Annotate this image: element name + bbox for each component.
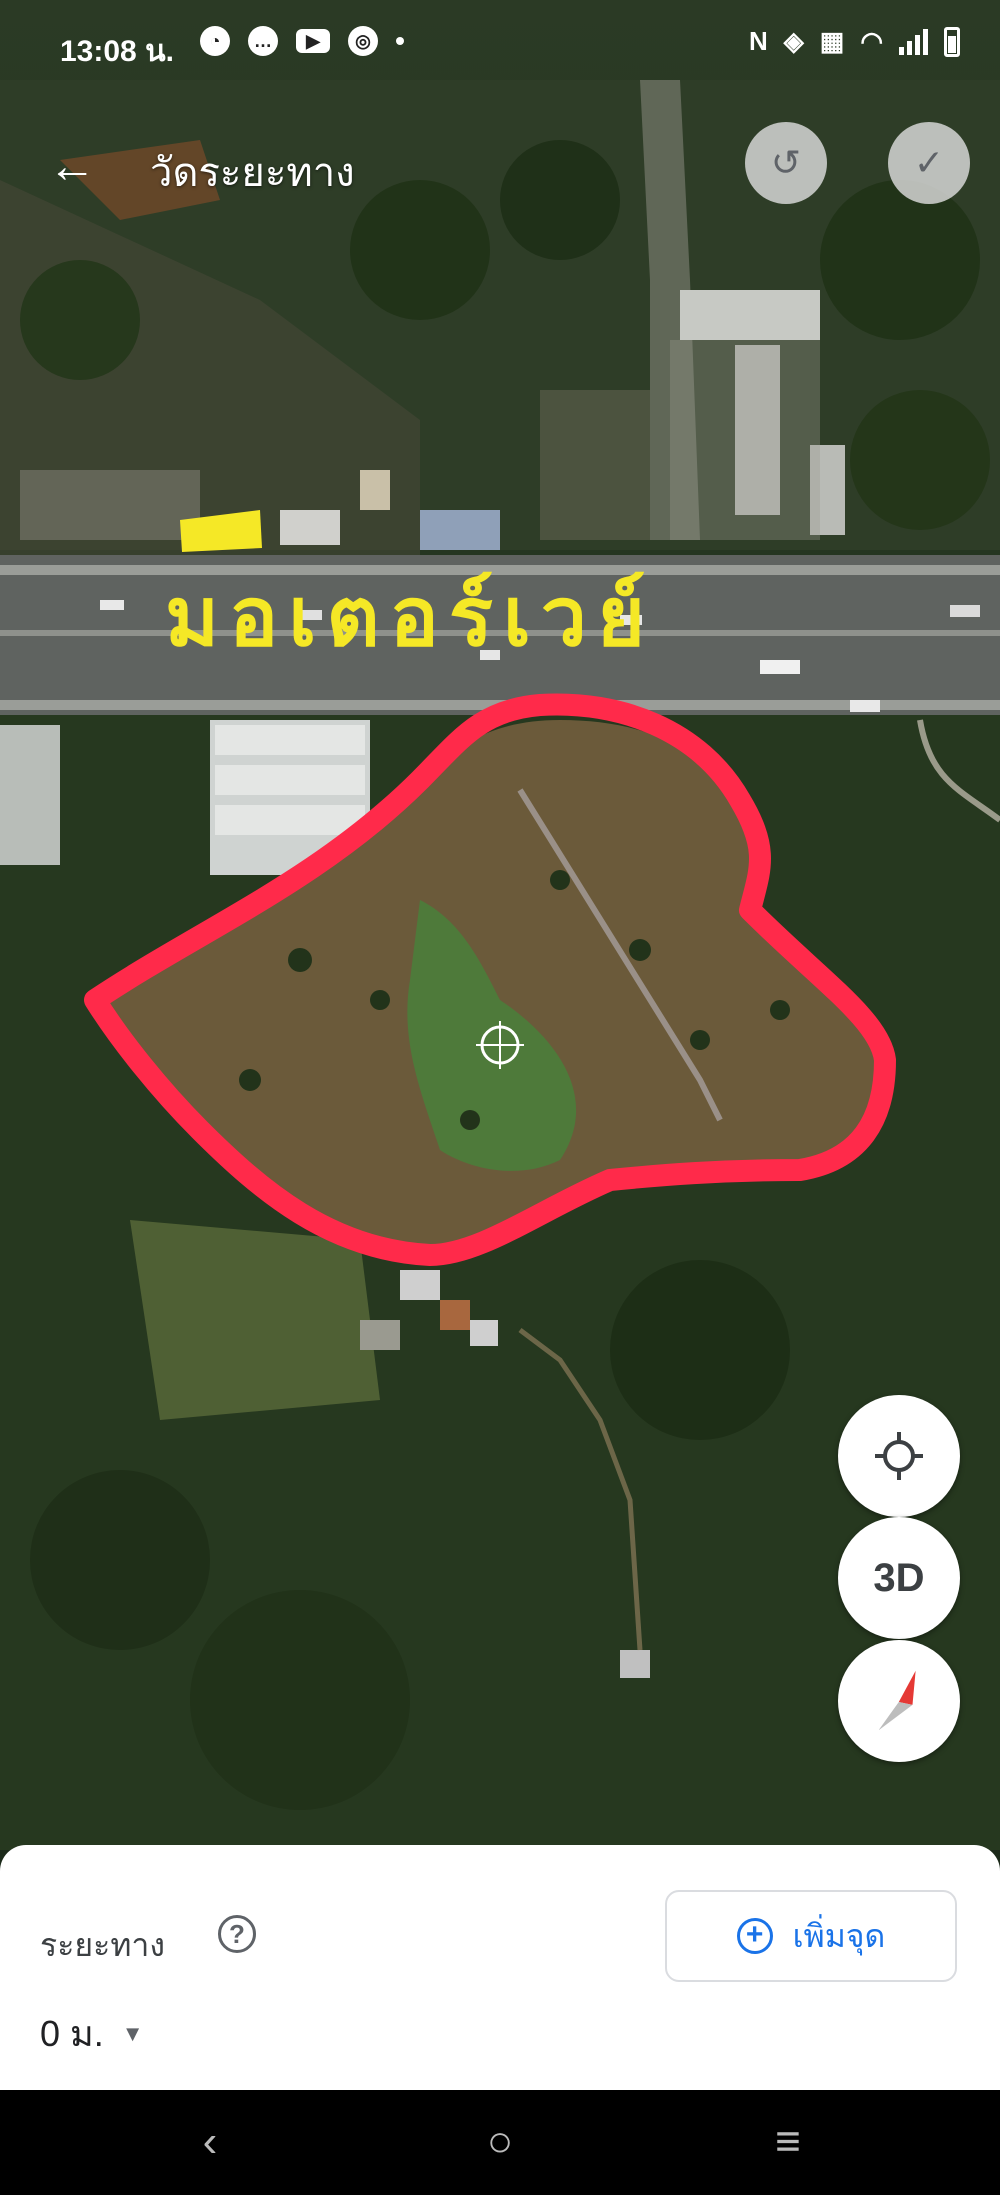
- instagram-icon: ◎: [348, 26, 378, 56]
- undo-button[interactable]: ↺: [745, 122, 827, 204]
- nfc-label: N: [748, 26, 768, 56]
- svg-text:มอเตอร์เวย์: มอเตอร์เวย์: [165, 570, 655, 665]
- 3d-label: 3D: [873, 1555, 925, 1600]
- back-button[interactable]: ←: [40, 135, 104, 199]
- distance-label: ระยะทาง: [40, 1927, 165, 1963]
- data-saver-icon: ◈: [783, 26, 804, 56]
- notification-icons: ◔ … ▶ ◎: [200, 26, 404, 56]
- undo-icon: ↺: [770, 142, 802, 183]
- my-location-button[interactable]: [838, 1395, 960, 1517]
- chat-icon: …: [248, 26, 278, 56]
- add-circle-icon: +: [736, 1918, 773, 1954]
- battery-icon: [944, 26, 960, 57]
- wifi-icon: ◠: [860, 26, 883, 56]
- check-icon: ✓: [913, 142, 945, 183]
- system-icons: N ◈ ▦ ◠: [749, 26, 960, 57]
- nav-recents-icon: ≡: [775, 2117, 801, 2166]
- distance-value: 0 ม.: [40, 2013, 104, 2054]
- more-notifications-icon: [396, 37, 404, 45]
- compass-icon: [879, 1670, 916, 1731]
- page-title: วัดระยะทาง: [150, 151, 355, 195]
- arrow-back-icon: ←: [48, 140, 96, 193]
- distance-unit-selector[interactable]: 0 ม. ▼: [40, 2005, 144, 2062]
- my-location-icon: [875, 1432, 923, 1480]
- help-icon[interactable]: ?: [218, 1915, 256, 1953]
- system-nav-bar: ‹ ○ ≡: [0, 2090, 1000, 2195]
- add-point-label: เพิ่มจุด: [792, 1917, 886, 1954]
- youtube-icon: ▶: [296, 29, 330, 53]
- signal-icon: [899, 28, 928, 55]
- add-point-button[interactable]: + เพิ่มจุด: [665, 1890, 957, 1982]
- compass-button[interactable]: [838, 1640, 960, 1762]
- vibrate-icon: ▦: [819, 26, 845, 56]
- status-bar: 13:08 น. ◔ … ▶ ◎ N ◈ ▦ ◠: [0, 0, 1000, 92]
- status-time: 13:08 น.: [60, 35, 174, 68]
- done-button[interactable]: ✓: [888, 122, 970, 204]
- nav-home-icon: ○: [486, 2117, 514, 2166]
- notification-app-icon: ◔: [200, 26, 230, 56]
- 3d-toggle-button[interactable]: 3D: [838, 1517, 960, 1639]
- dropdown-arrow-icon: ▼: [121, 2020, 144, 2046]
- nav-back-button[interactable]: ‹: [170, 2110, 250, 2174]
- nav-recents-button[interactable]: ≡: [748, 2110, 828, 2174]
- nav-home-button[interactable]: ○: [460, 2110, 540, 2174]
- handwritten-label-motorway: มอเตอร์เวย์: [165, 570, 655, 665]
- nav-back-icon: ‹: [202, 2117, 218, 2166]
